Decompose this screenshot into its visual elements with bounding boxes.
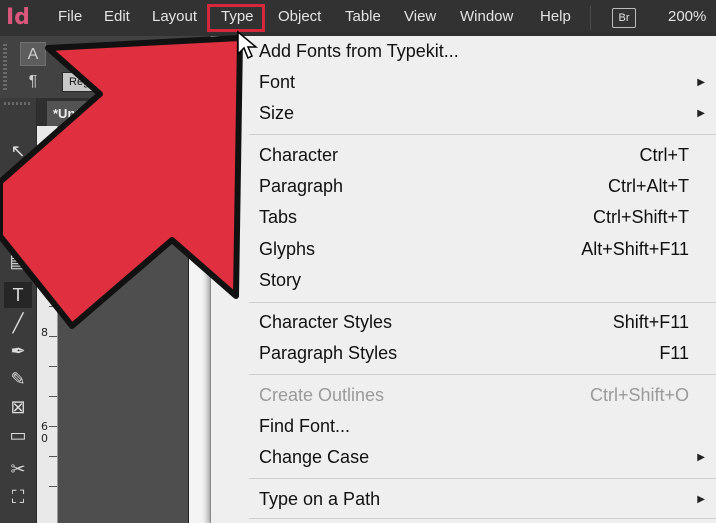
zoom-level[interactable]: 200% [668, 8, 706, 25]
menu-layout[interactable]: Layout [152, 8, 197, 25]
free-transform-icon[interactable]: ⛶ [4, 484, 32, 510]
tools-panel-grip[interactable] [4, 102, 32, 105]
type-tool-icon[interactable]: T [4, 282, 32, 308]
shortcut-label: Alt+Shift+F11 [581, 239, 689, 259]
type-dropdown-menu: Add Fonts from Typekit... Font ▶ Size ▶ … [210, 36, 716, 523]
menu-edit[interactable]: Edit [104, 8, 130, 25]
character-formatting-button[interactable]: A [20, 42, 46, 66]
shortcut-label: Ctrl+T [639, 145, 690, 165]
menu-item-font[interactable]: Font ▶ [259, 67, 716, 98]
menu-object[interactable]: Object [278, 8, 321, 25]
menu-icon-gutter [211, 36, 249, 523]
shortcut-label: Ctrl+Alt+T [607, 176, 689, 196]
submenu-arrow-icon: ▶ [697, 494, 705, 505]
document-tab-bar: *Untitl [37, 98, 217, 126]
ruler-label: 7 [41, 266, 48, 279]
submenu-arrow-icon: ▶ [697, 452, 705, 463]
selection-arrow-icon[interactable]: ↖ [4, 138, 32, 164]
font-family-field[interactable]: ⌕ Minion Pro [62, 44, 222, 64]
shortcut-label: Ctrl+Shift+O [589, 385, 689, 405]
menu-item-find-font[interactable]: Find Font... [259, 411, 716, 442]
menu-item-tabs[interactable]: Tabs Ctrl+Shift+T [259, 202, 716, 233]
menu-table[interactable]: Table [345, 8, 381, 25]
document-tab[interactable]: *Untitl [47, 101, 207, 126]
ruler-label: 0 [41, 432, 48, 445]
page-tool-icon[interactable]: ▙ [4, 192, 32, 218]
pasteboard[interactable] [58, 126, 188, 523]
menu-item-story[interactable]: Story [259, 265, 716, 296]
shortcut-label: Shift+F11 [612, 312, 689, 332]
rectangle-frame-icon[interactable]: ⊠ [4, 394, 32, 420]
menu-view[interactable]: View [404, 8, 436, 25]
line-tool-icon[interactable]: ╱ [4, 310, 32, 336]
menu-item-add-fonts-from-typekit[interactable]: Add Fonts from Typekit... [259, 36, 716, 67]
shortcut-label: Ctrl+Shift+T [592, 207, 689, 227]
menu-item-character[interactable]: Character Ctrl+T [259, 140, 716, 171]
menu-divider [249, 518, 716, 519]
menu-item-type-on-a-path[interactable]: Type on a Path ▶ [259, 484, 716, 515]
scissors-icon[interactable]: ✂ [4, 456, 32, 482]
menu-divider [249, 374, 716, 375]
indesign-logo: Id [6, 5, 30, 30]
submenu-arrow-icon: ▶ [697, 108, 705, 119]
bridge-button[interactable]: Br [612, 8, 636, 28]
submenu-arrow-icon: ▶ [697, 77, 705, 88]
font-style-field[interactable]: Regular [62, 72, 222, 92]
rectangle-tool-icon[interactable]: ▭ [4, 422, 32, 448]
gap-tool-icon[interactable]: ↔ [4, 220, 32, 246]
menu-item-paragraph-styles[interactable]: Paragraph Styles F11 [259, 338, 716, 369]
menu-separator [590, 6, 591, 30]
mouse-cursor-icon [237, 30, 258, 60]
menu-help[interactable]: Help [540, 8, 571, 25]
menu-item-change-case[interactable]: Change Case ▶ [259, 442, 716, 473]
menu-item-character-styles[interactable]: Character Styles Shift+F11 [259, 307, 716, 338]
font-style-value: Regular [69, 76, 108, 88]
shortcut-label: F11 [659, 343, 689, 363]
pen-tool-icon[interactable]: ✒ [4, 338, 32, 364]
menu-item-glyphs[interactable]: Glyphs Alt+Shift+F11 [259, 234, 716, 265]
menu-divider [249, 478, 716, 479]
ruler-label: 8 [41, 326, 48, 339]
control-bar-grip[interactable] [3, 44, 7, 90]
menu-item-paragraph[interactable]: Paragraph Ctrl+Alt+T [259, 171, 716, 202]
type-menu-highlight-box [207, 4, 265, 32]
menu-divider [249, 134, 716, 135]
menu-item-size[interactable]: Size ▶ [259, 98, 716, 129]
menu-file[interactable]: File [58, 8, 82, 25]
tools-panel: ↖ ▙ ↔ ▤ T ╱ ✒ ✎ ⊠ ▭ ✂ ⛶ [0, 98, 37, 523]
content-collector-icon[interactable]: ▤ [4, 248, 32, 274]
vertical-ruler: 6 7 8 6 0 [37, 126, 58, 523]
ruler-label: 6 [41, 224, 48, 237]
menu-divider [249, 302, 716, 303]
menu-item-create-outlines: Create Outlines Ctrl+Shift+O [259, 380, 716, 411]
pencil-tool-icon[interactable]: ✎ [4, 366, 32, 392]
font-family-value: Minion Pro [78, 48, 131, 60]
menu-window[interactable]: Window [460, 8, 513, 25]
search-icon: ⌕ [69, 48, 79, 60]
paragraph-formatting-button[interactable]: ¶ [20, 70, 46, 94]
menu-bar: Id File Edit Layout Type Object Table Vi… [0, 0, 716, 36]
